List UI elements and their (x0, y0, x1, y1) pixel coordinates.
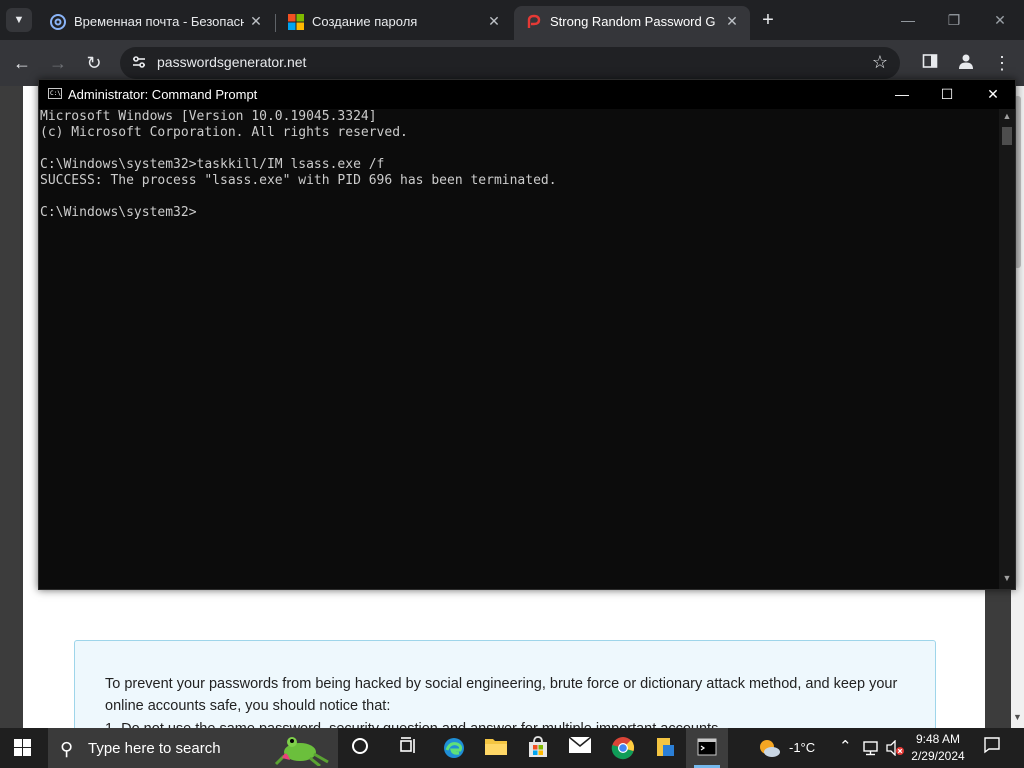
scroll-down-icon[interactable]: ▼ (1011, 712, 1024, 726)
weather-partly-cloudy-icon[interactable] (757, 737, 781, 759)
store-bag-icon (529, 736, 547, 757)
chrome-menu-button[interactable]: ⋮ (991, 52, 1013, 74)
chevron-down-icon: ▼ (13, 14, 25, 26)
cmd-console-output[interactable]: Microsoft Windows [Version 10.0.19045.33… (39, 109, 999, 589)
address-bar[interactable]: passwordsgenerator.net ☆ (120, 47, 900, 79)
side-panel-icon (922, 54, 938, 68)
notification-icon (984, 737, 1000, 754)
command-prompt-window: C:\ Administrator: Command Prompt — ☐ ✕ … (38, 79, 1016, 590)
clock-date: 2/29/2024 (911, 749, 965, 763)
forward-button[interactable]: → (47, 52, 69, 74)
cmd-window-title: Administrator: Command Prompt (68, 87, 258, 102)
search-placeholder: Type here to search (88, 740, 221, 757)
cortana-button[interactable] (347, 736, 373, 760)
volume-muted-icon[interactable] (885, 740, 905, 756)
star-icon: ☆ (871, 52, 889, 72)
back-button[interactable]: ← (11, 52, 33, 74)
tips-paragraph: To prevent your passwords from being hac… (105, 676, 898, 714)
password-generator-logo-icon (527, 14, 541, 28)
tab-password-creation[interactable]: Создание пароля ✕ (276, 6, 512, 40)
cmd-scrollbar-thumb[interactable] (1002, 127, 1012, 145)
cmd-output-line: SUCCESS: The process "lsass.exe" with PI… (40, 173, 557, 188)
plus-icon: + (762, 9, 774, 31)
close-tab-icon[interactable]: ✕ (484, 11, 504, 31)
page-left-margin (0, 86, 23, 728)
url-text[interactable]: passwordsgenerator.net (157, 54, 306, 70)
arrow-right-icon: → (49, 53, 67, 73)
file-manager-button[interactable] (652, 736, 678, 760)
folder-icon (485, 739, 507, 755)
cmd-minimize-button[interactable]: — (892, 84, 912, 104)
chrome-taskbar-button[interactable] (610, 736, 636, 760)
windows-logo-icon (14, 739, 22, 747)
browser-tab-strip: ▼ Временная почта - Безопасная ✕ Создани… (0, 0, 1024, 40)
chrome-icon (611, 737, 635, 760)
tab-strong-password-generator[interactable]: Strong Random Password Generator ✕ (514, 6, 750, 40)
frog-search-highlight-icon (274, 737, 329, 766)
microsoft-store-button[interactable] (525, 736, 551, 760)
edge-taskbar-button[interactable] (441, 736, 467, 760)
mail-button[interactable] (567, 736, 593, 760)
reload-icon: ↻ (86, 53, 102, 73)
cmd-output-line: Microsoft Windows [Version 10.0.19045.33… (40, 109, 377, 124)
task-view-icon (400, 737, 415, 753)
profile-button[interactable] (955, 52, 977, 74)
browser-minimize-button[interactable]: — (898, 10, 918, 30)
new-tab-button[interactable]: + (758, 10, 778, 30)
edge-icon (444, 738, 464, 758)
search-icon: ⚲ (60, 739, 74, 759)
start-button[interactable] (14, 739, 32, 757)
person-icon (959, 54, 973, 69)
tab-search-button[interactable]: ▼ (6, 8, 32, 32)
scroll-down-icon[interactable]: ▼ (999, 573, 1015, 587)
taskbar-search-box[interactable]: ⚲ Type here to search (48, 728, 338, 768)
windows-taskbar: ⚲ Type here to search -1°C ⌃ 9:48 AM 2/2… (0, 728, 1024, 768)
folder-document-icon (657, 738, 674, 756)
cmd-taskbar-button[interactable] (686, 728, 728, 768)
task-view-button[interactable] (395, 736, 421, 760)
microsoft-logo-icon (288, 14, 304, 30)
bookmark-button[interactable]: ☆ (870, 52, 890, 72)
password-tips-box: To prevent your passwords from being hac… (74, 640, 936, 742)
site-info-button[interactable] (130, 54, 148, 72)
tune-icon (133, 56, 145, 68)
arrow-left-icon: ← (13, 53, 31, 73)
mail-envelope-icon (568, 736, 592, 753)
cmd-close-button[interactable]: ✕ (983, 84, 1003, 104)
cmd-maximize-button[interactable]: ☐ (937, 84, 957, 104)
browser-close-button[interactable]: ✕ (990, 10, 1010, 30)
reload-button[interactable]: ↻ (83, 52, 105, 74)
show-hidden-icons-chevron-icon[interactable]: ⌃ (839, 737, 852, 755)
cmd-app-icon: C:\ (48, 88, 62, 99)
browser-restore-button[interactable]: ❐ (944, 10, 964, 30)
close-tab-icon[interactable]: ✕ (246, 11, 266, 31)
terminal-icon (697, 738, 717, 756)
tab-temp-mail[interactable]: Временная почта - Безопасная ✕ (38, 6, 274, 40)
kebab-menu-icon: ⋮ (993, 53, 1011, 73)
cmd-prompt-line[interactable]: C:\Windows\system32> (40, 205, 197, 221)
cmd-title-bar[interactable]: C:\ Administrator: Command Prompt — ☐ ✕ (39, 80, 1015, 109)
network-icon[interactable] (862, 740, 880, 756)
side-panel-button[interactable] (919, 52, 941, 74)
cmd-scrollbar[interactable]: ▲ ▼ (999, 109, 1015, 589)
scroll-up-icon[interactable]: ▲ (999, 111, 1015, 125)
tab-title: Временная почта - Безопасная (74, 14, 244, 29)
cmd-output-line: C:\Windows\system32>taskkill/IM lsass.ex… (40, 157, 385, 172)
close-tab-icon[interactable]: ✕ (722, 11, 742, 31)
action-center-button[interactable] (982, 736, 1002, 760)
system-clock[interactable]: 9:48 AM 2/29/2024 (905, 731, 971, 765)
at-sign-icon (50, 14, 66, 30)
cortana-circle-icon (352, 738, 368, 754)
tab-title: Strong Random Password Generator (550, 14, 716, 29)
file-explorer-button[interactable] (483, 736, 509, 760)
cmd-output-line: (c) Microsoft Corporation. All rights re… (40, 125, 408, 140)
clock-time: 9:48 AM (915, 732, 961, 746)
tab-title: Создание пароля (312, 14, 418, 29)
weather-temperature[interactable]: -1°C (789, 740, 815, 755)
